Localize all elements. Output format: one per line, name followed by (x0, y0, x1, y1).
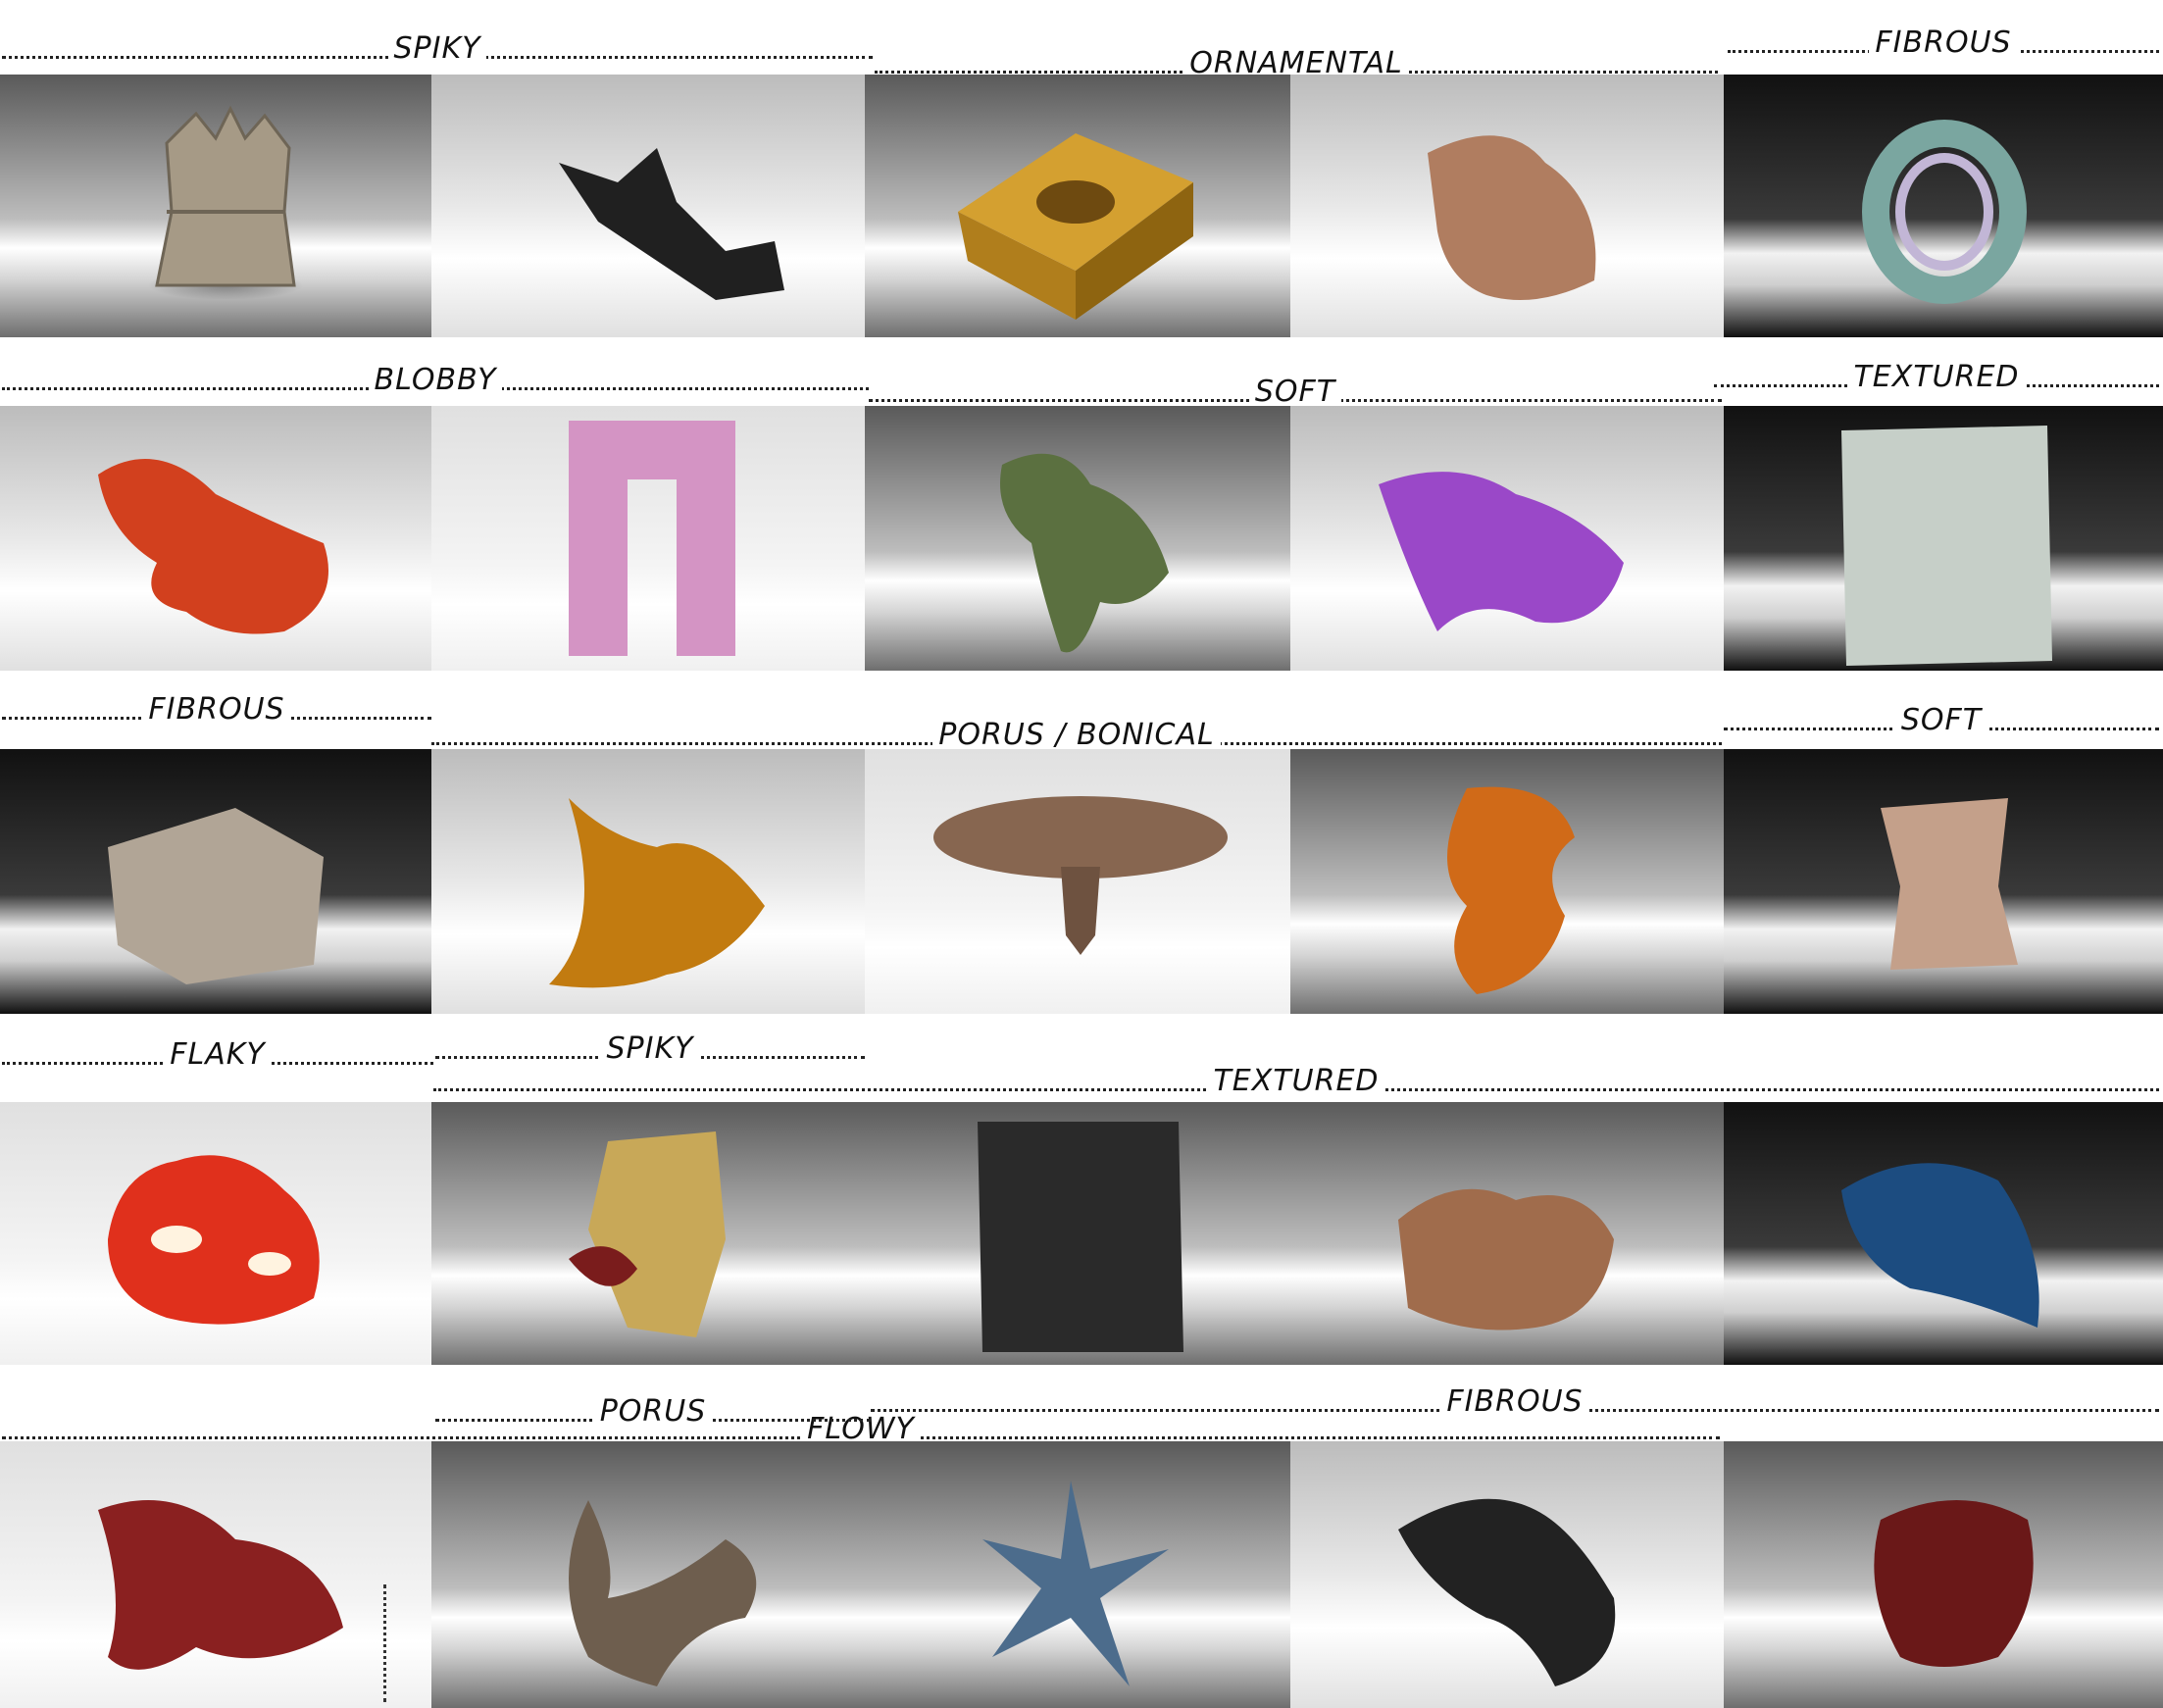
gold-cube-object (958, 133, 1193, 320)
blue-flowy-object (982, 1481, 1169, 1686)
label-ornamental: ORNAMENTAL (875, 34, 1718, 80)
sample-tile-stone-fibrous (0, 749, 431, 1014)
label-textured-2: TEXTURED (433, 1052, 2159, 1098)
sample-tile-gold-cube (865, 75, 1290, 337)
tan-porous-object (1881, 798, 2018, 970)
copper-textured-object (1398, 1188, 1614, 1331)
sample-tile-pale-textured (1724, 406, 2163, 671)
vertical-dotted-line (383, 1584, 390, 1702)
label-fibrous-3: FIBROUS (871, 1373, 2159, 1419)
pink-arch-object (569, 421, 735, 656)
green-mossy-object (1000, 453, 1169, 653)
label-soft: SOFT (869, 363, 1722, 409)
iridescent-fibrous-object (1862, 120, 2027, 304)
sample-tile-dark-red-lattice (1724, 1441, 2163, 1708)
sample-tile-red-blobby (0, 406, 431, 671)
dark-red-lattice-object (1874, 1500, 2034, 1667)
sample-tile-orange-bone (1290, 749, 1724, 1014)
black-fibrous-object (1398, 1498, 1616, 1686)
sample-tile-copper-ornamental (1290, 75, 1724, 337)
label-spiky: SPIKY (2, 20, 873, 66)
sample-tile-bronze-porous (431, 1441, 865, 1708)
sample-tile-red-flaky (0, 1102, 431, 1365)
beige-spiky-object (155, 105, 296, 287)
label-soft-2: SOFT (1724, 691, 2159, 737)
label-porus: PORUS (435, 1382, 871, 1429)
orange-bone-object (1447, 786, 1575, 994)
sample-tile-crimson-flowy (0, 1441, 431, 1708)
sample-tile-gold-spiky (431, 1102, 865, 1365)
label-fibrous: FIBROUS (1728, 14, 2159, 60)
sample-tile-black-fibrous (1290, 1441, 1724, 1708)
sample-tile-beige-spiky (0, 75, 431, 337)
label-porus-bonical: PORUS / BONICAL (431, 706, 1722, 752)
red-blobby-object (98, 459, 328, 634)
pale-textured-object (1841, 426, 2052, 666)
blue-glossy-object (1841, 1163, 2039, 1328)
black-spiky-object (559, 148, 784, 300)
label-flaky: FLAKY (2, 1026, 433, 1072)
label-blobby: BLOBBY (2, 351, 869, 397)
sample-tile-blue-glossy (1724, 1102, 2163, 1365)
sample-tile-green-mossy (865, 406, 1290, 671)
sample-tile-black-spiky (431, 75, 865, 337)
label-textured: TEXTURED (1714, 348, 2159, 394)
sample-tile-brown-porous (865, 749, 1290, 1014)
stone-fibrous-object (108, 808, 324, 984)
sample-tile-blue-flowy (865, 1441, 1290, 1708)
crimson-flowy-object (98, 1500, 343, 1670)
gold-spiky-object (569, 1131, 726, 1337)
brown-porous-object (933, 796, 1228, 955)
sample-tile-pink-arch (431, 406, 865, 671)
sample-tile-purple-soft (1290, 406, 1724, 671)
purple-soft-object (1379, 472, 1624, 631)
red-flaky-object (108, 1155, 320, 1325)
copper-ornamental-object (1428, 135, 1596, 300)
label-fibrous-2: FIBROUS (2, 680, 431, 727)
charcoal-textured-object (978, 1122, 1183, 1352)
sample-tile-iridescent-fibrous (1724, 75, 2163, 337)
bronze-porous-object (569, 1500, 757, 1686)
sample-tile-tan-porous (1724, 749, 2163, 1014)
amber-folded-object (549, 798, 765, 988)
sample-tile-copper-textured (1290, 1102, 1724, 1365)
sample-tile-charcoal-textured (865, 1102, 1290, 1365)
sample-tile-amber-folded (431, 749, 865, 1014)
